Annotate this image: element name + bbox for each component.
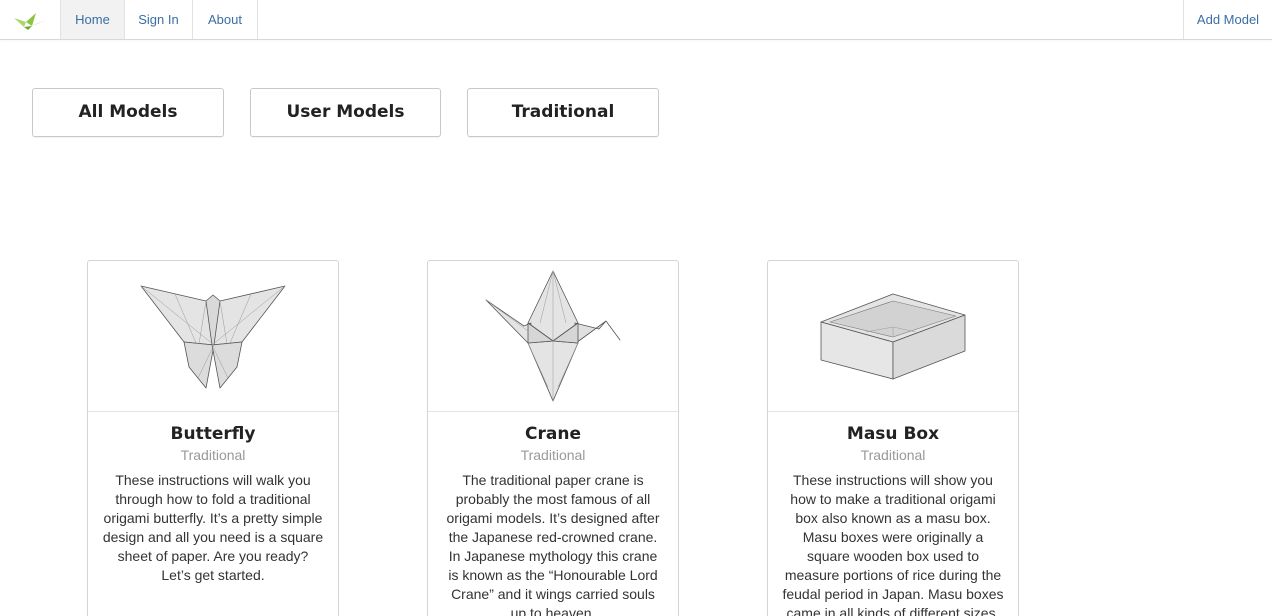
card-title: Masu Box [846,424,940,444]
crane-icon [485,270,621,402]
top-navbar: Home Sign In About Add Model [0,0,1272,40]
card-title: Butterfly [170,424,256,444]
origami-crane-logo-icon[interactable] [12,8,48,32]
model-card-crane[interactable]: Crane Traditional The traditional paper … [427,260,679,616]
card-description: These instructions will show you how to … [782,472,1004,616]
butterfly-icon [140,285,286,389]
card-description: These instructions will walk you through… [102,472,324,583]
user-models-button[interactable]: User Models [250,88,441,137]
all-models-button[interactable]: All Models [32,88,224,137]
model-card-butterfly[interactable]: Butterfly Traditional These instructions… [87,260,339,616]
card-category: Traditional [180,447,246,463]
card-image[interactable] [428,261,678,412]
card-category: Traditional [520,447,586,463]
traditional-button[interactable]: Traditional [467,88,659,137]
nav-about-link[interactable]: About [193,0,258,39]
nav-home-link[interactable]: Home [60,0,125,39]
card-image[interactable] [768,261,1018,412]
model-card-masu-box[interactable]: Masu Box Traditional These instructions … [767,260,1019,616]
card-description: The traditional paper crane is probably … [446,472,660,616]
nav-sign-in-link[interactable]: Sign In [125,0,193,39]
add-model-link[interactable]: Add Model [1183,0,1272,39]
masu-box-icon [820,293,966,380]
card-title: Crane [525,424,581,444]
card-image[interactable] [88,261,338,412]
card-category: Traditional [860,447,926,463]
